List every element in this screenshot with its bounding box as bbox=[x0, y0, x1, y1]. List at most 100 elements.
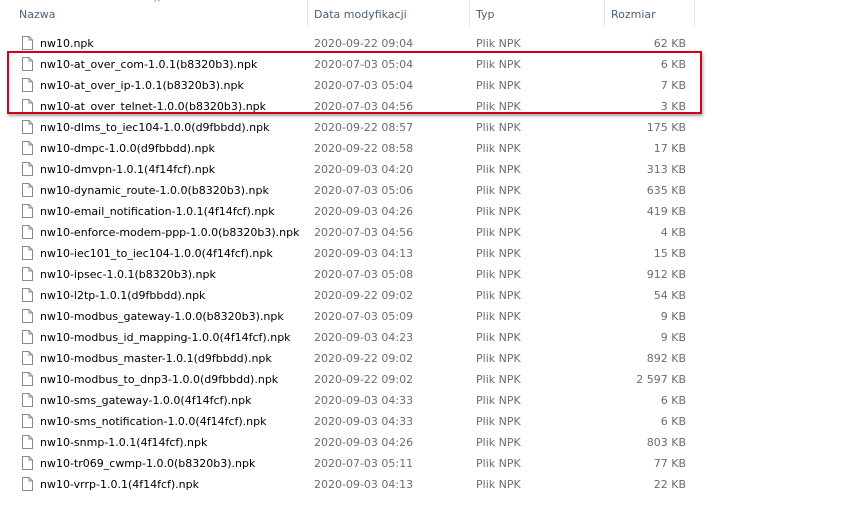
file-type: Plik NPK bbox=[476, 352, 521, 365]
file-row[interactable]: nw10-modbus_to_dnp3-1.0.0(d9fbbdd).npk 2… bbox=[0, 369, 863, 390]
column-divider[interactable] bbox=[307, 0, 308, 26]
file-row[interactable]: nw10-tr069_cwmp-1.0.0(b8320b3).npk 2020-… bbox=[0, 453, 863, 474]
file-type: Plik NPK bbox=[476, 394, 521, 407]
file-size: 3 KB bbox=[660, 100, 686, 113]
file-row[interactable]: nw10-ipsec-1.0.1(b8320b3).npk 2020-07-03… bbox=[0, 264, 863, 285]
document-icon bbox=[22, 477, 33, 491]
file-name: nw10-vrrp-1.0.1(4f14fcf).npk bbox=[40, 478, 200, 491]
file-type: Plik NPK bbox=[476, 457, 521, 470]
document-icon bbox=[22, 99, 33, 113]
file-type: Plik NPK bbox=[476, 205, 521, 218]
file-type: Plik NPK bbox=[476, 331, 521, 344]
file-name: nw10-dlms_to_iec104-1.0.0(d9fbbdd).npk bbox=[40, 121, 270, 134]
file-name: nw10-modbus_gateway-1.0.0(b8320b3).npk bbox=[40, 310, 284, 323]
file-size: 2 597 KB bbox=[636, 373, 686, 386]
file-row[interactable]: nw10-at_over_ip-1.0.1(b8320b3).npk 2020-… bbox=[0, 75, 863, 96]
file-date: 2020-07-03 05:08 bbox=[314, 268, 414, 281]
column-header-bar: Nazwa ^ Data modyfikacji Typ Rozmiar bbox=[0, 0, 863, 26]
file-name: nw10-at_over_telnet-1.0.0(b8320b3).npk bbox=[40, 100, 267, 113]
file-date: 2020-09-03 04:26 bbox=[314, 205, 414, 218]
file-date: 2020-09-03 04:33 bbox=[314, 394, 414, 407]
file-date: 2020-07-03 05:04 bbox=[314, 79, 414, 92]
document-icon bbox=[22, 225, 33, 239]
file-row[interactable]: nw10-email_notification-1.0.1(4f14fcf).n… bbox=[0, 201, 863, 222]
file-row[interactable]: nw10-dmvpn-1.0.1(4f14fcf).npk 2020-09-03… bbox=[0, 159, 863, 180]
file-date: 2020-09-22 08:57 bbox=[314, 121, 414, 134]
file-size: 22 KB bbox=[653, 478, 686, 491]
file-name: nw10.npk bbox=[40, 37, 94, 50]
document-icon bbox=[22, 330, 33, 344]
file-name: nw10-enforce-modem-ppp-1.0.0(b8320b3).np… bbox=[40, 226, 300, 239]
file-row[interactable]: nw10-modbus_master-1.0.1(d9fbbdd).npk 20… bbox=[0, 348, 863, 369]
file-date: 2020-07-03 05:11 bbox=[314, 457, 414, 470]
file-row[interactable]: nw10.npk 2020-09-22 09:04 Plik NPK 62 KB bbox=[0, 33, 863, 54]
column-header-name-label: Nazwa bbox=[19, 8, 56, 21]
file-type: Plik NPK bbox=[476, 184, 521, 197]
file-size: 313 KB bbox=[646, 163, 686, 176]
file-name: nw10-tr069_cwmp-1.0.0(b8320b3).npk bbox=[40, 457, 256, 470]
file-type: Plik NPK bbox=[476, 415, 521, 428]
file-name: nw10-modbus_to_dnp3-1.0.0(d9fbbdd).npk bbox=[40, 373, 279, 386]
file-row[interactable]: nw10-at_over_telnet-1.0.0(b8320b3).npk 2… bbox=[0, 96, 863, 117]
file-row[interactable]: nw10-vrrp-1.0.1(4f14fcf).npk 2020-09-03 … bbox=[0, 474, 863, 495]
file-row[interactable]: nw10-at_over_com-1.0.1(b8320b3).npk 2020… bbox=[0, 54, 863, 75]
document-icon bbox=[22, 435, 33, 449]
file-size: 77 KB bbox=[653, 457, 686, 470]
document-icon bbox=[22, 246, 33, 260]
file-row[interactable]: nw10-l2tp-1.0.1(d9fbbdd).npk 2020-09-22 … bbox=[0, 285, 863, 306]
file-name: nw10-dynamic_route-1.0.0(b8320b3).npk bbox=[40, 184, 269, 197]
file-date: 2020-07-03 04:56 bbox=[314, 100, 414, 113]
file-date: 2020-09-22 09:02 bbox=[314, 352, 414, 365]
document-icon bbox=[22, 372, 33, 386]
document-icon bbox=[22, 267, 33, 281]
column-divider[interactable] bbox=[604, 0, 605, 26]
file-name: nw10-modbus_id_mapping-1.0.0(4f14fcf).np… bbox=[40, 331, 291, 344]
column-header-size[interactable]: Rozmiar bbox=[606, 0, 694, 26]
file-name: nw10-snmp-1.0.1(4f14fcf).npk bbox=[40, 436, 208, 449]
file-row[interactable]: nw10-modbus_gateway-1.0.0(b8320b3).npk 2… bbox=[0, 306, 863, 327]
file-date: 2020-09-03 04:13 bbox=[314, 247, 414, 260]
file-row[interactable]: nw10-dmpc-1.0.0(d9fbbdd).npk 2020-09-22 … bbox=[0, 138, 863, 159]
column-header-type[interactable]: Typ bbox=[471, 0, 601, 26]
file-date: 2020-09-22 09:02 bbox=[314, 289, 414, 302]
column-header-date[interactable]: Data modyfikacji bbox=[309, 0, 469, 26]
file-list: nw10.npk 2020-09-22 09:04 Plik NPK 62 KB… bbox=[0, 33, 863, 495]
file-size: 6 KB bbox=[660, 415, 686, 428]
file-name: nw10-ipsec-1.0.1(b8320b3).npk bbox=[40, 268, 216, 281]
file-name: nw10-email_notification-1.0.1(4f14fcf).n… bbox=[40, 205, 275, 218]
file-date: 2020-07-03 05:04 bbox=[314, 58, 414, 71]
file-date: 2020-07-03 05:06 bbox=[314, 184, 414, 197]
file-date: 2020-09-22 08:58 bbox=[314, 142, 414, 155]
file-row[interactable]: nw10-sms_notification-1.0.0(4f14fcf).npk… bbox=[0, 411, 863, 432]
file-type: Plik NPK bbox=[476, 58, 521, 71]
file-size: 892 KB bbox=[646, 352, 686, 365]
file-type: Plik NPK bbox=[476, 79, 521, 92]
file-type: Plik NPK bbox=[476, 247, 521, 260]
document-icon bbox=[22, 141, 33, 155]
file-size: 635 KB bbox=[646, 184, 686, 197]
file-name: nw10-dmpc-1.0.0(d9fbbdd).npk bbox=[40, 142, 215, 155]
file-row[interactable]: nw10-iec101_to_iec104-1.0.0(4f14fcf).npk… bbox=[0, 243, 863, 264]
file-date: 2020-07-03 05:09 bbox=[314, 310, 414, 323]
file-size: 9 KB bbox=[660, 331, 686, 344]
document-icon bbox=[22, 414, 33, 428]
file-row[interactable]: nw10-modbus_id_mapping-1.0.0(4f14fcf).np… bbox=[0, 327, 863, 348]
file-name: nw10-iec101_to_iec104-1.0.0(4f14fcf).npk bbox=[40, 247, 273, 260]
file-size: 62 KB bbox=[653, 37, 686, 50]
file-date: 2020-09-22 09:04 bbox=[314, 37, 414, 50]
file-size: 15 KB bbox=[653, 247, 686, 260]
file-row[interactable]: nw10-dlms_to_iec104-1.0.0(d9fbbdd).npk 2… bbox=[0, 117, 863, 138]
file-row[interactable]: nw10-sms_gateway-1.0.0(4f14fcf).npk 2020… bbox=[0, 390, 863, 411]
file-size: 7 KB bbox=[660, 79, 686, 92]
file-size: 803 KB bbox=[646, 436, 686, 449]
file-name: nw10-dmvpn-1.0.1(4f14fcf).npk bbox=[40, 163, 216, 176]
file-row[interactable]: nw10-dynamic_route-1.0.0(b8320b3).npk 20… bbox=[0, 180, 863, 201]
file-type: Plik NPK bbox=[476, 226, 521, 239]
column-divider[interactable] bbox=[469, 0, 470, 26]
column-divider[interactable] bbox=[694, 0, 695, 26]
file-name: nw10-at_over_ip-1.0.1(b8320b3).npk bbox=[40, 79, 244, 92]
file-row[interactable]: nw10-enforce-modem-ppp-1.0.0(b8320b3).np… bbox=[0, 222, 863, 243]
file-date: 2020-09-03 04:13 bbox=[314, 478, 414, 491]
file-type: Plik NPK bbox=[476, 289, 521, 302]
file-row[interactable]: nw10-snmp-1.0.1(4f14fcf).npk 2020-09-03 … bbox=[0, 432, 863, 453]
